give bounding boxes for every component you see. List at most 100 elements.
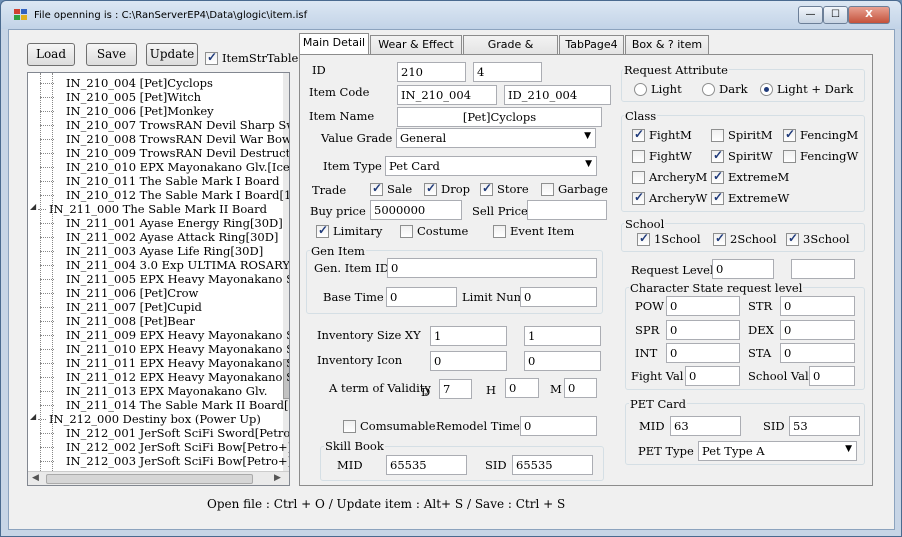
skill-sid-input[interactable]: 65535 [512, 455, 593, 475]
scroll-left-icon[interactable]: ◀ [32, 473, 39, 483]
pet-mid-input[interactable]: 63 [670, 416, 741, 436]
item-code-input-2[interactable]: ID_210_004 [504, 85, 611, 105]
class-spiritm-checkbox[interactable] [711, 129, 724, 142]
title-bar[interactable]: File openning is : C:\RanServerEP4\Data\… [1, 1, 901, 29]
tree-item-label: IN_211_010 EPX Heavy Mayonakano Str [66, 342, 290, 356]
collapse-icon[interactable]: ◢ [30, 412, 36, 421]
minimize-button[interactable]: — [798, 6, 823, 24]
request-level-input[interactable]: 0 [712, 259, 774, 279]
skill-mid-input[interactable]: 65535 [386, 455, 467, 475]
flag-event-item-label: Event Item [510, 224, 575, 238]
collapse-icon[interactable]: ◢ [30, 202, 36, 211]
school-3school-checkbox[interactable] [786, 231, 799, 246]
item-type-select[interactable]: Pet Card ▼ [385, 156, 597, 176]
flag-event-item-checkbox[interactable] [493, 225, 506, 238]
item-tree[interactable]: ◀ ▶ IN_210_004 [Pet]Cyclops IN_210_005 [P… [27, 72, 290, 486]
load-button[interactable]: Load [27, 43, 75, 66]
inventory-size-x-input[interactable]: 1 [430, 326, 507, 346]
maximize-button[interactable]: ☐ [823, 6, 848, 24]
class-extremem-checkbox[interactable] [711, 169, 724, 184]
tab-wear-effect[interactable]: Wear & Effect [370, 35, 462, 55]
inventory-size-y-input[interactable]: 1 [524, 326, 601, 346]
school-2school-checkbox[interactable] [713, 231, 726, 246]
pet-sid-input[interactable]: 53 [789, 416, 860, 436]
update-button[interactable]: Update [146, 43, 198, 66]
class-fightw-checkbox[interactable] [632, 150, 645, 163]
validity-d-input[interactable]: 7 [439, 379, 472, 399]
tree-horizontal-scrollbar[interactable]: ◀ ▶ [28, 471, 289, 485]
pow-input[interactable]: 0 [666, 296, 740, 316]
gen-item-id-label: Gen. Item ID [314, 261, 390, 275]
school-val-label: School Val [748, 369, 809, 383]
int-label: INT [635, 346, 658, 360]
trade-sale-label: Sale [387, 182, 413, 196]
remodel-time-input[interactable]: 0 [520, 416, 597, 436]
tree-item-label: IN_211_014 The Sable Mark II Board[1D [66, 398, 290, 412]
int-input[interactable]: 0 [666, 343, 740, 363]
class-fightm-checkbox[interactable] [632, 127, 645, 142]
sta-input[interactable]: 0 [780, 343, 855, 363]
value-grade-select[interactable]: General ▼ [396, 128, 596, 148]
str-input[interactable]: 0 [780, 296, 855, 316]
flag-limitary-checkbox[interactable] [316, 223, 329, 238]
school-val-input[interactable]: 0 [809, 366, 855, 386]
limit-num-input[interactable]: 0 [520, 287, 597, 307]
inventory-icon-y-input[interactable]: 0 [524, 351, 601, 371]
attr-dark-radio[interactable] [702, 83, 715, 96]
class-archeryw-checkbox[interactable] [632, 190, 645, 205]
tab-main-detail[interactable]: Main Detail [299, 33, 369, 55]
item-name-input[interactable]: [Pet]Cyclops [397, 107, 602, 127]
tree-horizontal-scroll-thumb[interactable] [46, 474, 253, 484]
pet-type-value: Pet Type A [702, 444, 765, 458]
attr-light-dark-radio[interactable] [760, 83, 773, 96]
spr-input[interactable]: 0 [666, 320, 740, 340]
flag-costume-label: Costume [417, 224, 469, 238]
sell-price-label: Sell Price [472, 204, 528, 218]
save-button[interactable]: Save [86, 43, 137, 66]
limit-num-label: Limit Num [462, 290, 525, 304]
id-main-input[interactable]: 210 [397, 62, 466, 82]
trade-store-checkbox[interactable] [480, 181, 493, 196]
window-title: File openning is : C:\RanServerEP4\Data\… [34, 10, 308, 21]
id-sub-input[interactable]: 4 [473, 62, 542, 82]
trade-sale-checkbox[interactable] [370, 181, 383, 196]
pet-type-select[interactable]: Pet Type A ▼ [698, 441, 857, 461]
class-fencingw-checkbox[interactable] [783, 150, 796, 163]
item-type-label: Item Type [323, 159, 382, 173]
client-area: Load Save Update ItemStrTable ◀ ▶ IN_210… [8, 29, 895, 530]
item-str-table-checkbox[interactable] [205, 50, 218, 65]
class-fencingm-checkbox[interactable] [783, 127, 796, 142]
class-spiritw-checkbox[interactable] [711, 148, 724, 163]
dex-input[interactable]: 0 [780, 320, 855, 340]
base-time-input[interactable]: 0 [386, 287, 457, 307]
class-archerym-checkbox[interactable] [632, 171, 645, 184]
item-code-input-1[interactable]: IN_210_004 [397, 85, 497, 105]
trade-drop-checkbox[interactable] [424, 181, 437, 196]
tab-tabpage4[interactable]: TabPage4 [559, 35, 624, 55]
validity-h-input[interactable]: 0 [505, 378, 539, 398]
tab-box-item[interactable]: Box & ? item [625, 35, 709, 55]
flag-limitary-label: Limitary [333, 224, 383, 238]
scroll-right-icon[interactable]: ▶ [274, 473, 281, 483]
buy-price-input[interactable]: 5000000 [370, 200, 462, 220]
fight-val-input[interactable]: 0 [685, 366, 740, 386]
skill-mid-label: MID [337, 458, 363, 472]
class-extremew-checkbox[interactable] [711, 190, 724, 205]
value-grade-value: General [400, 131, 447, 145]
school-1school-checkbox[interactable] [637, 231, 650, 246]
gen-item-id-input[interactable]: 0 [387, 258, 597, 278]
sell-price-input[interactable] [527, 200, 607, 220]
consumable-checkbox[interactable] [343, 420, 356, 433]
pet-card-title: PET Card [629, 397, 687, 411]
attr-light-radio[interactable] [634, 83, 647, 96]
trade-garbage-checkbox[interactable] [541, 183, 554, 196]
tree-item-label: IN_211_006 [Pet]Crow [66, 286, 199, 300]
close-button[interactable]: X [848, 6, 890, 24]
validity-m-input[interactable]: 0 [564, 378, 597, 398]
request-level-input-2[interactable] [791, 259, 855, 279]
flag-costume-checkbox[interactable] [400, 225, 413, 238]
school-2school-label: 2School [730, 232, 777, 246]
inventory-icon-x-input[interactable]: 0 [430, 351, 507, 371]
tab-grade-damage[interactable]: Grade & Damage [463, 35, 558, 69]
inventory-icon-label: Inventory Icon [317, 353, 403, 367]
